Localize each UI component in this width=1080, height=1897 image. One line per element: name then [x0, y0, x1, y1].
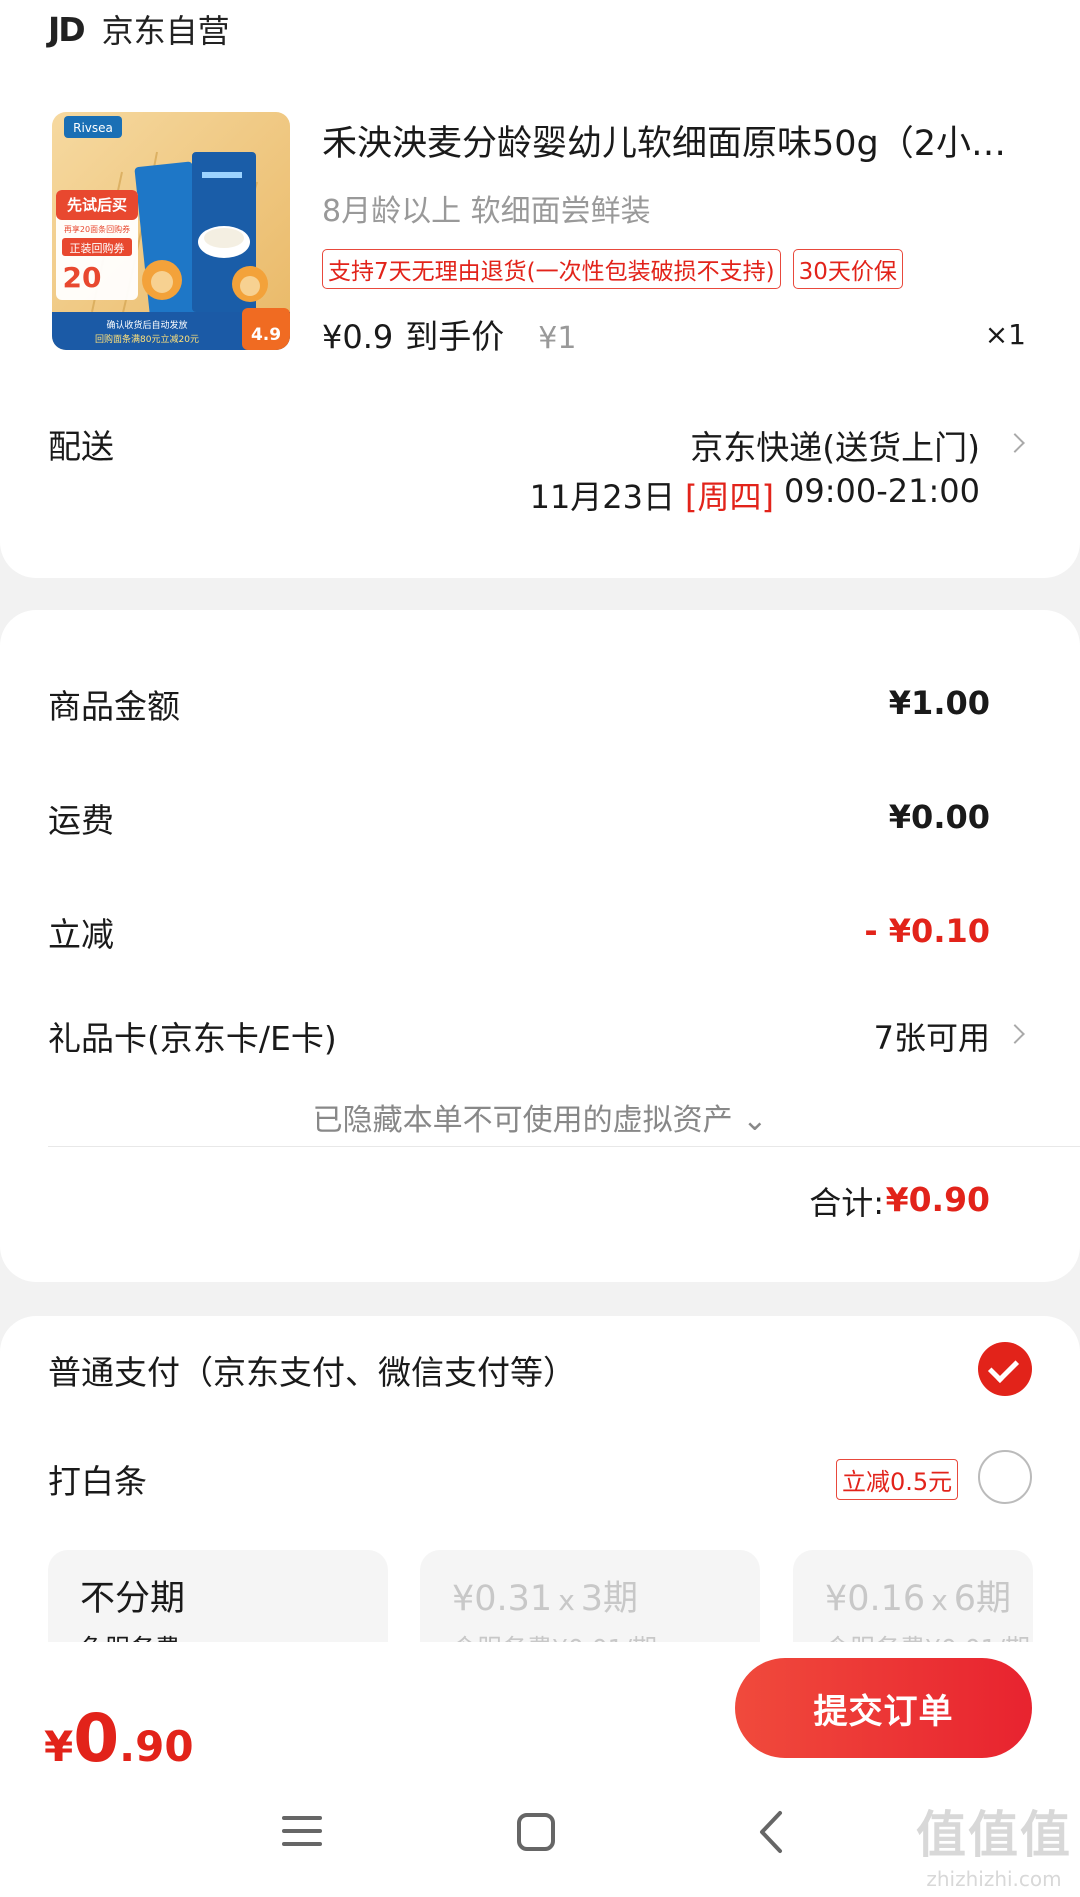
home-icon[interactable] — [516, 1812, 556, 1856]
image-coupon-value-text: 20 — [63, 261, 102, 294]
hidden-assets-toggle[interactable]: 已隐藏本单不可使用的虚拟资产 ⌄ — [0, 1095, 1080, 1139]
final-price: ¥0.9 — [322, 318, 394, 356]
product-title[interactable]: 禾泱泱麦分龄婴幼儿软细面原味50g（2小… — [322, 115, 1027, 166]
service-tags: 支持7天无理由退货(一次性包装破损不支持) 30天价保 — [322, 249, 903, 289]
delivery-hours: 09:00-21:00 — [784, 472, 980, 510]
shipping-value: ¥0.00 — [888, 798, 990, 836]
product-image-art: Rivsea 先试后买 再享20面条回购券 正装回购券 20 确认收货后自动发放 — [52, 112, 290, 350]
footer-total-dec: .90 — [119, 1722, 194, 1771]
bottom-bar: ¥ 0 .90 提交订单 值值值 zhizhizhi.com — [0, 1642, 1080, 1897]
giftcard-value: 7张可用 — [873, 1019, 990, 1057]
subtotal-value: ¥1.00 — [888, 684, 990, 722]
shop-name: 京东自营 — [101, 12, 230, 50]
delivery-method: 京东快递(送货上门) — [690, 428, 980, 467]
product-card: JD 京东自营 Rivsea 先试后买 再享20面条回购券 正装回购券 20 确… — [0, 0, 1080, 578]
menu-icon[interactable] — [282, 1814, 322, 1852]
watermark-url: zhizhizhi.com — [926, 1867, 1062, 1891]
image-badge-text: 先试后买 — [67, 196, 127, 214]
jd-logo: JD — [48, 9, 86, 49]
giftcard-label: 礼品卡(京东卡/E卡) — [48, 1019, 337, 1058]
image-corner-price-text: 4.9 — [251, 325, 281, 345]
installment-amount: ¥0.31 — [452, 1579, 553, 1619]
installment-periods: 3期 — [580, 1579, 639, 1619]
footer-total-currency: ¥ — [44, 1722, 74, 1771]
baitiao-promo-tag: 立减0.5元 — [836, 1459, 959, 1500]
installment-main: 不分期 — [80, 1579, 186, 1619]
final-price-label: 到手价 — [405, 317, 505, 356]
installment-main: ¥0.16 x 6期 — [825, 1570, 1011, 1621]
installment-periods: 6期 — [953, 1579, 1012, 1619]
product-image[interactable]: Rivsea 先试后买 再享20面条回购券 正装回购券 20 确认收货后自动发放 — [52, 112, 290, 350]
price-line: ¥0.9 到手价 ¥1 — [322, 310, 576, 358]
image-brand-text: Rivsea — [73, 121, 113, 135]
total-label: 合计: — [809, 1184, 884, 1222]
installment-amount: ¥0.16 — [825, 1579, 926, 1619]
installment-main: ¥0.31 x 3期 — [452, 1570, 728, 1621]
watermark: 值值值 zhizhizhi.com — [916, 1795, 1072, 1891]
return-policy-tag: 支持7天无理由退货(一次性包装破损不支持) — [322, 249, 781, 289]
footer-total-int: 0 — [73, 1700, 120, 1777]
image-bottom-text-2: 回购面条满80元立减20元 — [95, 333, 199, 345]
submit-order-button[interactable]: 提交订单 — [735, 1658, 1032, 1758]
discount-value: - ¥0.10 — [864, 912, 990, 950]
quantity: ×1 — [984, 318, 1026, 351]
divider — [48, 1146, 1080, 1147]
baitiao-label[interactable]: 打白条 — [48, 1455, 147, 1503]
watermark-logo: 值值值 — [916, 1806, 1072, 1864]
original-price: ¥1 — [538, 321, 577, 356]
delivery-time: 11月23日 [周四] 09:00-21:00 — [530, 472, 980, 518]
installment-times: x — [931, 1584, 948, 1617]
installment-times: x — [558, 1584, 575, 1617]
chevron-right-icon — [1005, 433, 1025, 453]
shipping-label: 运费 — [48, 801, 114, 840]
total-value: ¥0.90 — [885, 1180, 990, 1219]
normal-pay-radio[interactable] — [978, 1342, 1032, 1396]
delivery-weekday: [周四] — [685, 478, 775, 516]
image-coupon-label-text: 正装回购券 — [70, 241, 125, 255]
shop-header[interactable]: JD 京东自营 — [48, 8, 230, 51]
normal-pay-label[interactable]: 普通支付（京东支付、微信支付等） — [48, 1346, 576, 1394]
subtotal-label: 商品金额 — [48, 687, 180, 726]
footer-total: ¥ 0 .90 — [44, 1700, 194, 1777]
price-protect-tag: 30天价保 — [792, 249, 903, 289]
delivery-date: 11月23日 — [529, 478, 676, 516]
image-badge-sub-text: 再享20面条回购券 — [64, 224, 130, 234]
image-bottom-text-1: 确认收货后自动发放 — [106, 319, 187, 331]
product-spec: 8月龄以上 软细面尝鲜装 — [322, 194, 651, 229]
baitiao-radio[interactable] — [978, 1450, 1032, 1504]
back-icon[interactable] — [758, 1810, 784, 1858]
delivery-label: 配送 — [48, 427, 114, 466]
discount-label: 立减 — [48, 915, 114, 954]
